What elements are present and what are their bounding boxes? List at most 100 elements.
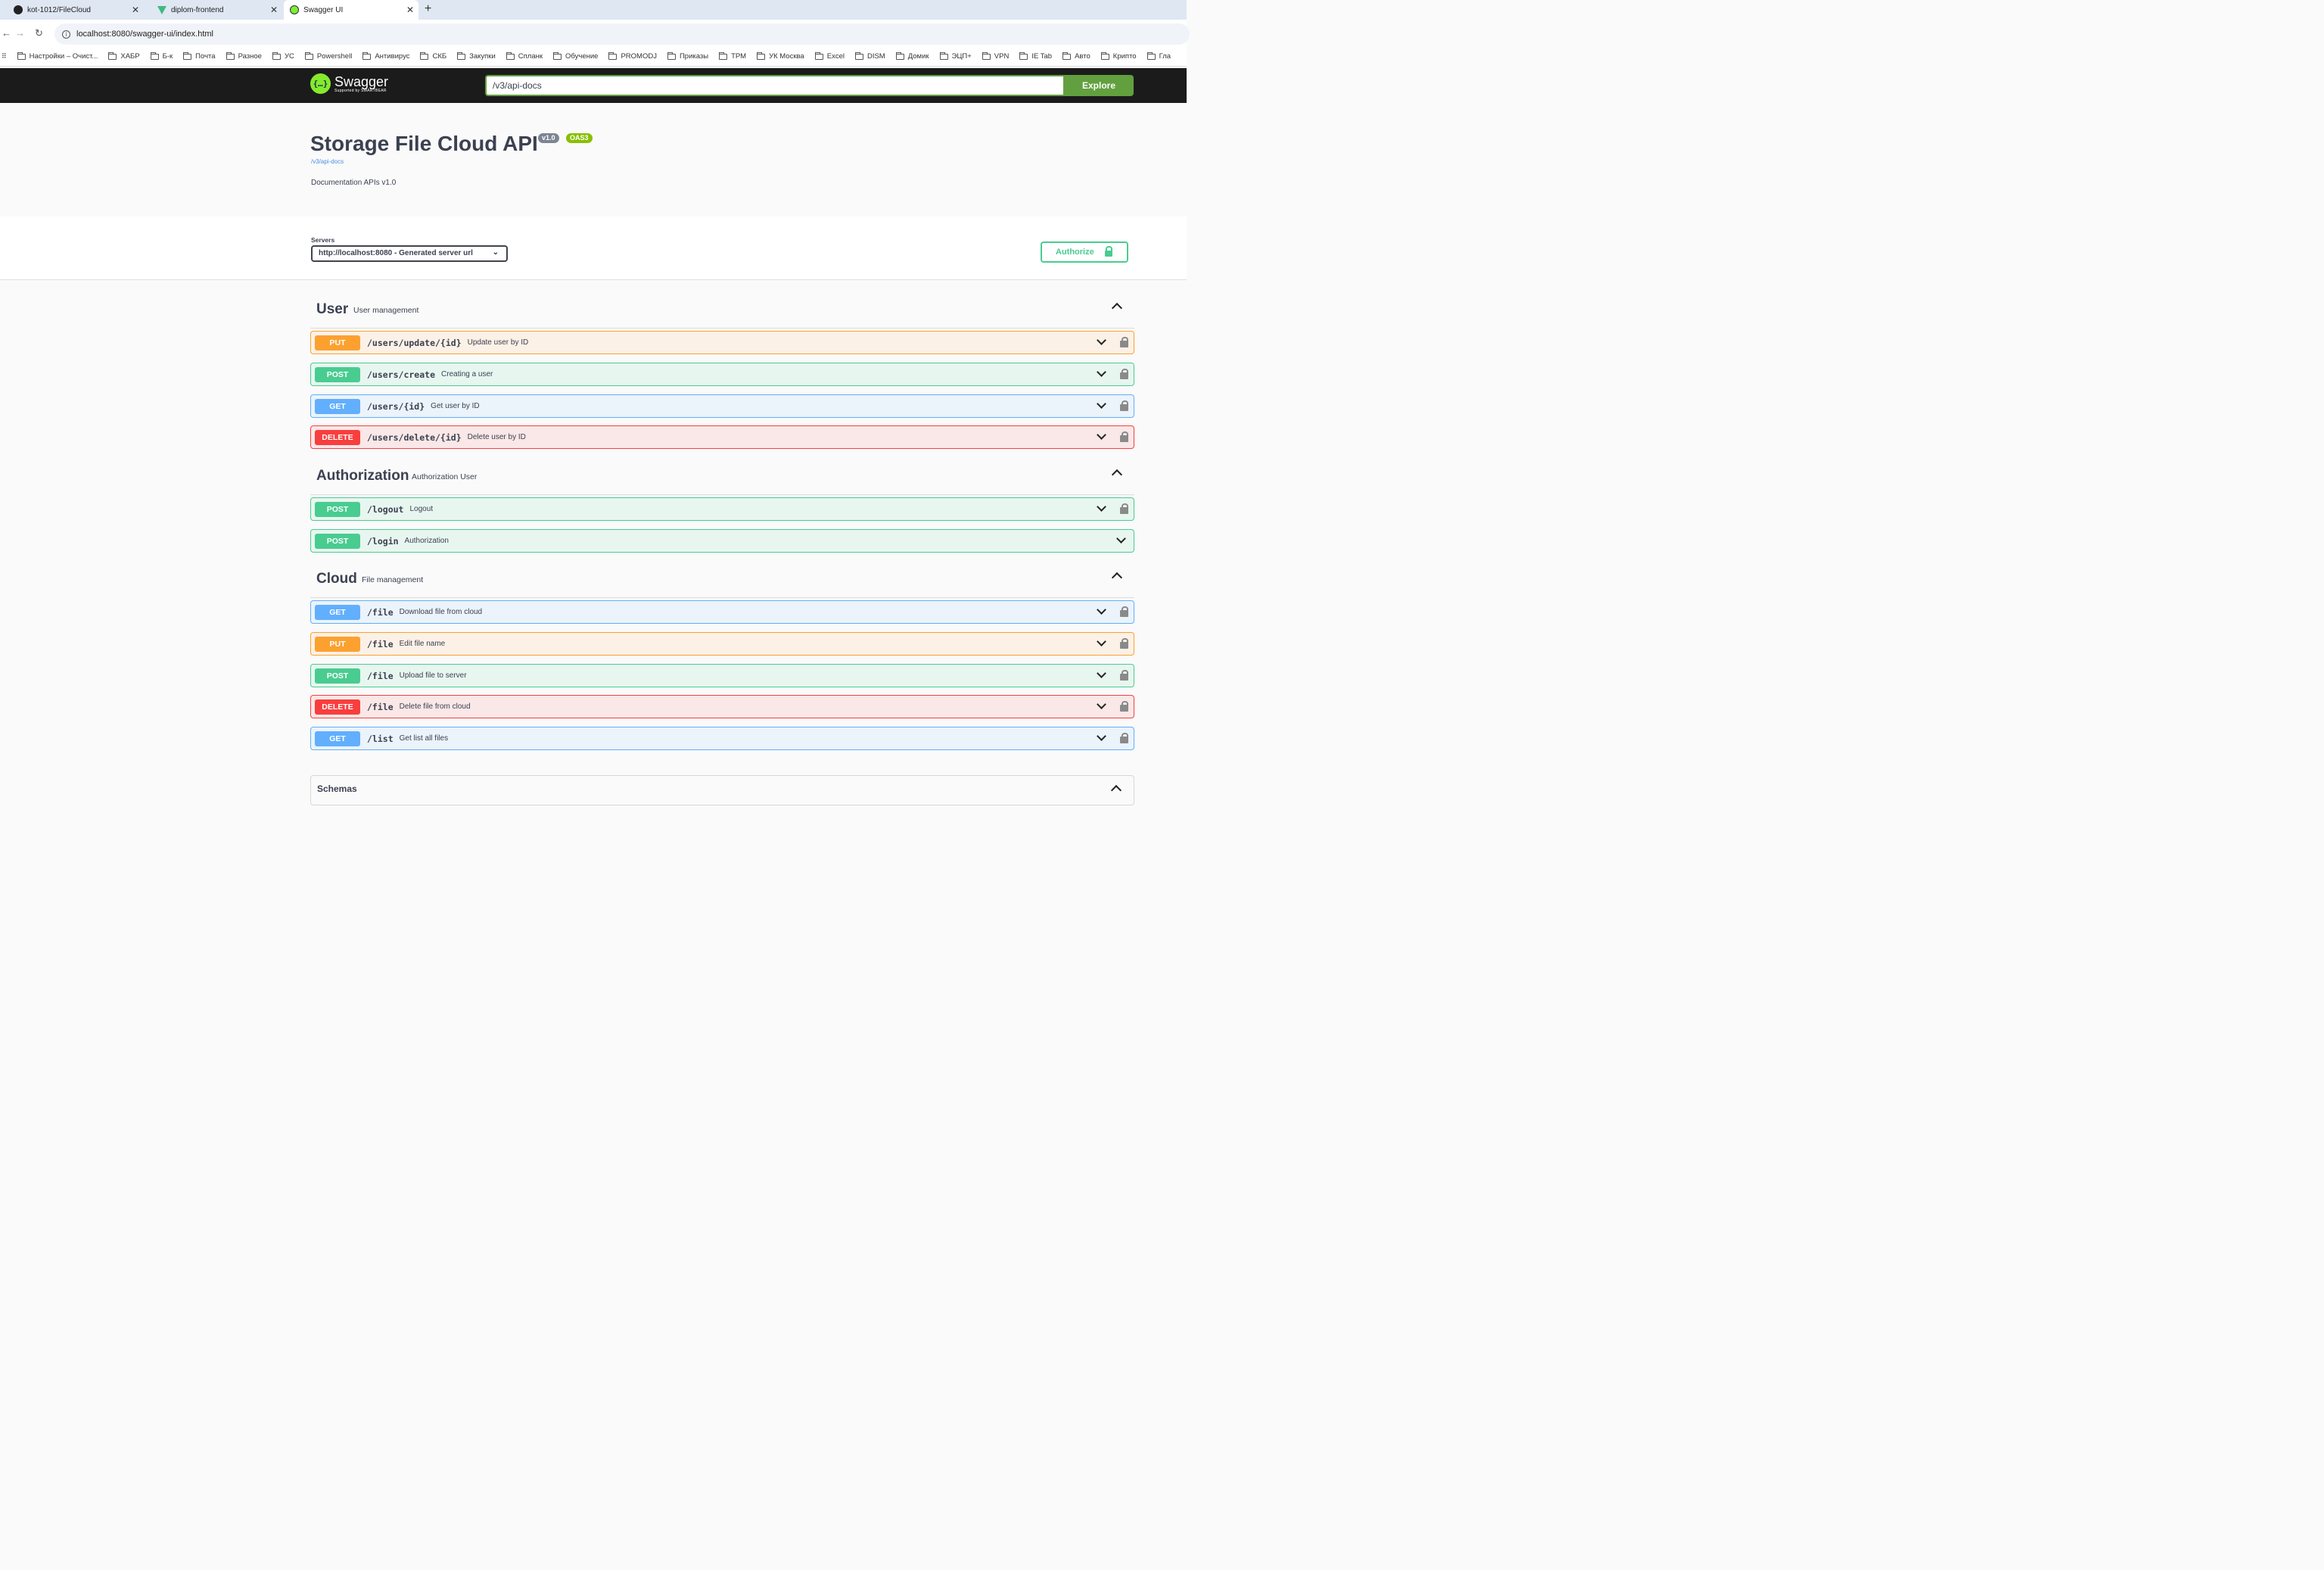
- lock-icon[interactable]: [1120, 337, 1128, 347]
- operation-row[interactable]: DELETE /file Delete file from cloud: [310, 695, 1134, 718]
- bookmark-item[interactable]: Авто: [1062, 51, 1090, 61]
- chevron-down-icon[interactable]: [1097, 731, 1106, 741]
- operation-path: /users/{id}: [367, 400, 425, 412]
- bookmark-item[interactable]: Настройки – Очист...: [17, 51, 98, 61]
- bookmark-item[interactable]: УК Москва: [757, 51, 804, 61]
- operation-row[interactable]: GET /users/{id} Get user by ID: [310, 394, 1134, 418]
- bookmark-item[interactable]: IE Tab: [1019, 51, 1052, 61]
- apps-icon[interactable]: ⠿: [2, 52, 7, 61]
- lock-icon[interactable]: [1120, 503, 1128, 514]
- browser-tab-swagger[interactable]: Swagger UI ✕: [284, 0, 418, 20]
- bookmark-item[interactable]: Powershell: [304, 51, 352, 61]
- lock-icon[interactable]: [1120, 670, 1128, 681]
- swagger-logo[interactable]: {…} Swagger Supported by SMARTBEAR: [310, 73, 388, 94]
- explore-button[interactable]: Explore: [1064, 75, 1134, 96]
- operation-row[interactable]: POST /users/create Creating a user: [310, 363, 1134, 386]
- close-icon[interactable]: ✕: [270, 5, 278, 15]
- operation-row[interactable]: DELETE /users/delete/{id} Delete user by…: [310, 425, 1134, 449]
- chevron-down-icon[interactable]: [1097, 637, 1106, 646]
- chevron-down-icon[interactable]: [1097, 430, 1106, 440]
- operation-row[interactable]: PUT /file Edit file name: [310, 632, 1134, 656]
- bookmark-item[interactable]: PROMODJ: [608, 51, 657, 61]
- operation-path: /list: [367, 733, 394, 744]
- operation-row[interactable]: POST /logout Logout: [310, 497, 1134, 521]
- bookmark-item[interactable]: Почта: [183, 51, 216, 61]
- chevron-up-icon[interactable]: [1111, 469, 1123, 481]
- folder-icon: [506, 51, 515, 60]
- bookmark-item[interactable]: Приказы: [667, 51, 708, 61]
- bookmark-item[interactable]: Б-к: [150, 51, 173, 61]
- bookmark-item[interactable]: ЭЦП+: [939, 51, 972, 61]
- operation-row[interactable]: POST /file Upload file to server: [310, 664, 1134, 687]
- bookmark-item[interactable]: DISM: [854, 51, 885, 61]
- bookmark-item[interactable]: Обучение: [553, 51, 598, 61]
- back-icon[interactable]: ←: [2, 27, 11, 39]
- tag-user[interactable]: User User management: [310, 294, 1134, 329]
- folder-icon: [1062, 51, 1072, 60]
- chevron-down-icon[interactable]: [1097, 399, 1106, 409]
- bookmark-item[interactable]: Антивирус: [362, 51, 409, 61]
- operation-row[interactable]: PUT /users/update/{id} Update user by ID: [310, 331, 1134, 354]
- close-icon[interactable]: ✕: [406, 5, 414, 15]
- close-icon[interactable]: ✕: [132, 5, 139, 15]
- bookmark-item[interactable]: Домик: [895, 51, 929, 61]
- bookmark-item[interactable]: ТРМ: [719, 51, 746, 61]
- chevron-down-icon[interactable]: [1097, 605, 1106, 615]
- tag-cloud[interactable]: Cloud File management: [310, 563, 1134, 598]
- method-badge: PUT: [315, 335, 360, 350]
- lock-icon[interactable]: [1120, 606, 1128, 617]
- chevron-down-icon[interactable]: [1097, 668, 1106, 678]
- chevron-down-icon[interactable]: [1097, 367, 1106, 377]
- browser-tab-diplom[interactable]: diplom-frontend ✕: [144, 0, 282, 20]
- chevron-down-icon[interactable]: [1097, 502, 1106, 512]
- operation-row[interactable]: POST /login Authorization: [310, 529, 1134, 553]
- operation-path: /file: [367, 670, 394, 681]
- lock-icon[interactable]: [1120, 638, 1128, 649]
- bookmark-item[interactable]: ХАБР: [108, 51, 140, 61]
- api-description: Documentation APIs v1.0: [311, 179, 397, 187]
- lock-icon[interactable]: [1120, 400, 1128, 411]
- bookmarks-bar: ⠿ Настройки – Очист... ХАБР Б-к Почта Разное…: [0, 47, 1187, 67]
- reload-icon[interactable]: ↻: [35, 27, 43, 39]
- bookmark-item[interactable]: Спланк: [506, 51, 543, 61]
- chevron-down-icon[interactable]: [1116, 534, 1126, 544]
- chevron-up-icon[interactable]: [1110, 784, 1122, 796]
- bookmark-item[interactable]: Гла: [1146, 51, 1171, 61]
- schemas-section[interactable]: Schemas: [310, 775, 1134, 805]
- bookmark-item[interactable]: Крипто: [1100, 51, 1137, 61]
- browser-tab-github[interactable]: kot-1012/FileCloud ✕: [0, 0, 144, 20]
- operation-row[interactable]: GET /list Get list all files: [310, 727, 1134, 750]
- operation-row[interactable]: GET /file Download file from cloud: [310, 600, 1134, 624]
- lock-icon[interactable]: [1120, 733, 1128, 743]
- settings-icon: [17, 51, 26, 60]
- bookmark-item[interactable]: СКБ: [420, 51, 446, 61]
- bookmark-item[interactable]: Excel: [814, 51, 845, 61]
- tab-label: kot-1012/FileCloud: [27, 5, 91, 14]
- swagger-topbar: {…} Swagger Supported by SMARTBEAR /v3/a…: [0, 68, 1187, 103]
- bookmark-item[interactable]: УС: [272, 51, 294, 61]
- chevron-down-icon[interactable]: [1097, 335, 1106, 345]
- chevron-down-icon[interactable]: [1097, 699, 1106, 709]
- bookmark-item[interactable]: Разное: [226, 51, 262, 61]
- lock-icon[interactable]: [1120, 701, 1128, 712]
- operation-path: /login: [367, 535, 399, 547]
- tag-authorization[interactable]: Authorization Authorization User: [310, 460, 1134, 495]
- bookmark-item[interactable]: VPN: [982, 51, 1009, 61]
- authorize-button[interactable]: Authorize: [1041, 241, 1128, 263]
- browser-tab-strip: kot-1012/FileCloud ✕ diplom-frontend ✕ S…: [0, 0, 1187, 20]
- chevron-up-icon[interactable]: [1111, 302, 1123, 314]
- lock-icon[interactable]: [1120, 431, 1128, 442]
- bookmark-item[interactable]: Закупки: [457, 51, 496, 61]
- site-info-icon[interactable]: i: [62, 30, 70, 39]
- forward-icon[interactable]: →: [15, 27, 25, 39]
- bookmark-label: Домик: [907, 52, 929, 61]
- spec-link[interactable]: /v3/api-docs: [311, 158, 344, 165]
- url-input[interactable]: i localhost:8080/swagger-ui/index.html: [54, 23, 1190, 45]
- new-tab-icon[interactable]: +: [425, 2, 431, 16]
- bookmark-label: PROMODJ: [621, 52, 657, 61]
- server-select[interactable]: http://localhost:8080 - Generated server…: [311, 245, 508, 262]
- folder-icon: [272, 51, 281, 60]
- spec-url-input[interactable]: /v3/api-docs: [485, 75, 1065, 96]
- lock-icon[interactable]: [1120, 369, 1128, 379]
- chevron-up-icon[interactable]: [1111, 572, 1123, 584]
